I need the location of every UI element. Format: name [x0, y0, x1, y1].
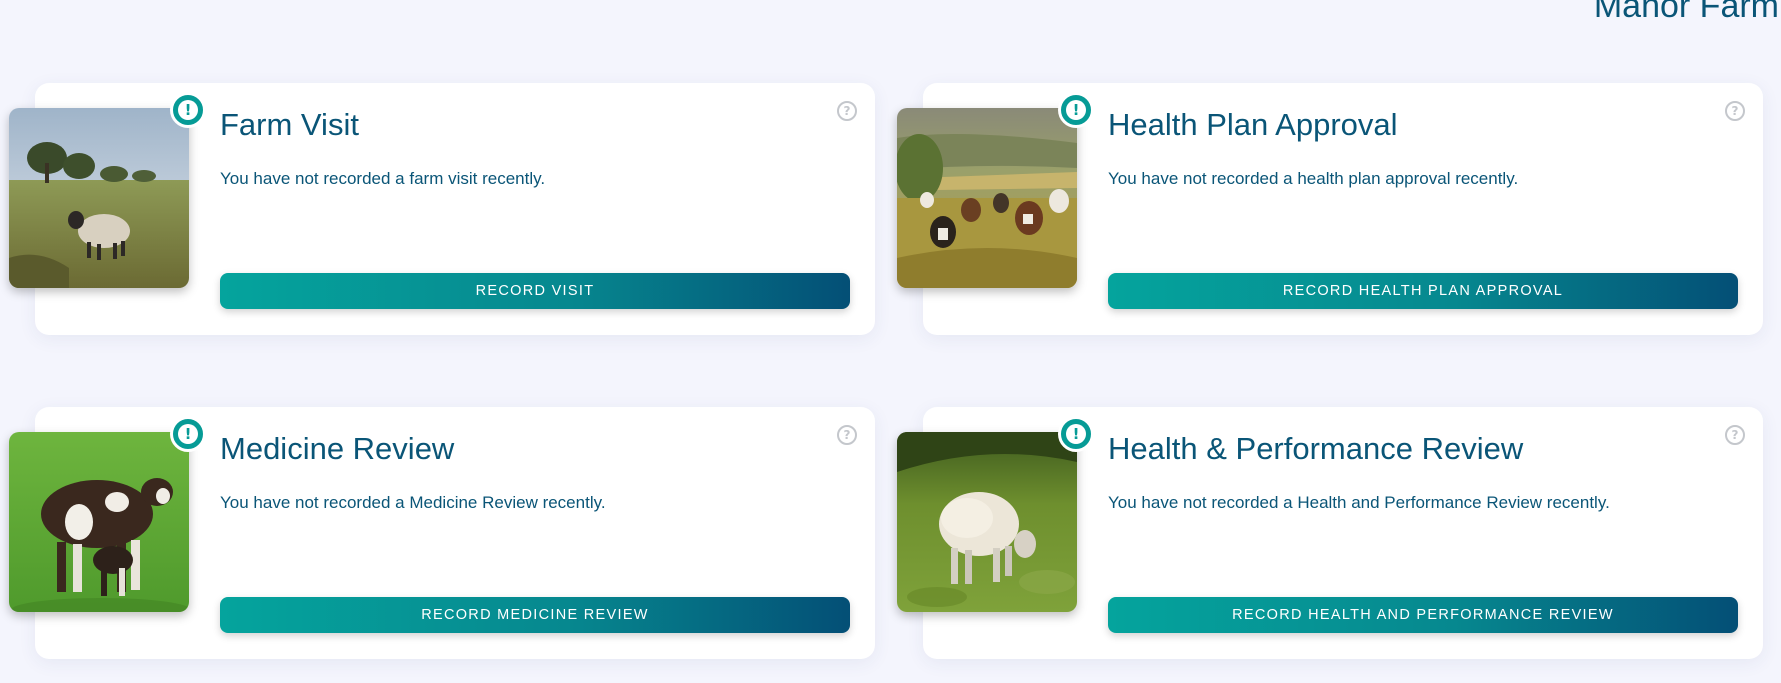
health-plan-approval-card: ! ? Health Plan Approval You have not re…	[897, 83, 1763, 335]
exclamation-icon: !	[178, 424, 198, 444]
exclamation-icon: !	[1066, 100, 1086, 120]
exclamation-icon: !	[178, 100, 198, 120]
alert-icon: !	[170, 92, 206, 128]
cattle-herd-photo	[897, 108, 1077, 288]
medicine-review-card: ! ? Medicine Review You have not recorde…	[9, 407, 875, 659]
card-message: You have not recorded a Medicine Review …	[220, 493, 606, 512]
card-title: Health Plan Approval	[1108, 107, 1398, 142]
alert-icon: !	[1058, 92, 1094, 128]
record-visit-button[interactable]: RECORD VISIT	[220, 273, 850, 309]
question-mark-icon[interactable]: ?	[837, 101, 857, 121]
grazing-sheep-photo	[897, 432, 1077, 612]
exclamation-icon: !	[1066, 424, 1086, 444]
alert-icon: !	[170, 416, 206, 452]
question-mark-icon[interactable]: ?	[1725, 425, 1745, 445]
card-title: Medicine Review	[220, 431, 455, 466]
farm-name: Manor Farm	[1593, 0, 1779, 25]
card-title: Health & Performance Review	[1108, 431, 1524, 466]
card-message: You have not recorded a Health and Perfo…	[1108, 493, 1610, 512]
card-message: You have not recorded a farm visit recen…	[220, 169, 546, 188]
sheep-in-field-photo	[9, 108, 189, 288]
record-health-and-performance-review-button[interactable]: RECORD HEALTH AND PERFORMANCE REVIEW	[1108, 597, 1738, 633]
record-medicine-review-button[interactable]: RECORD MEDICINE REVIEW	[220, 597, 850, 633]
card-title: Farm Visit	[220, 107, 359, 142]
question-mark-icon[interactable]: ?	[837, 425, 857, 445]
health-performance-review-card: ! ? Health & Performance Review You have…	[897, 407, 1763, 659]
question-mark-icon[interactable]: ?	[1725, 101, 1745, 121]
cow-and-calf-photo	[9, 432, 189, 612]
record-health-plan-approval-button[interactable]: RECORD HEALTH PLAN APPROVAL	[1108, 273, 1738, 309]
alert-icon: !	[1058, 416, 1094, 452]
card-message: You have not recorded a health plan appr…	[1108, 169, 1519, 188]
farm-visit-card: ! ? Farm Visit You have not recorded a f…	[9, 83, 875, 335]
